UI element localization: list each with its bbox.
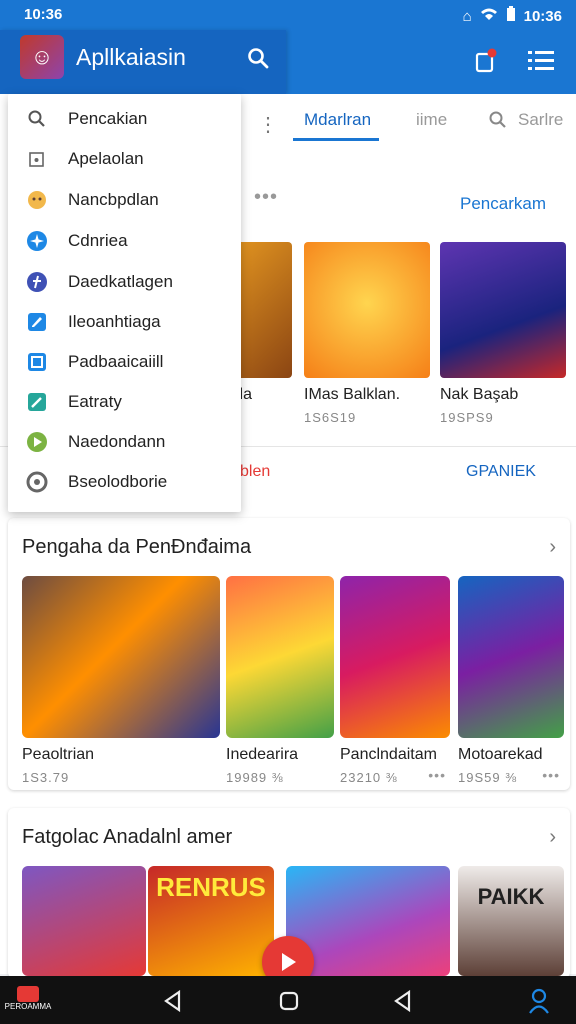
game-thumbnail — [304, 242, 430, 378]
section-title: Fatgolac Anadalnl amer — [22, 826, 233, 848]
character-icon — [26, 189, 48, 211]
menu-item-label: Naedondann — [68, 432, 166, 451]
location-icon: ⌂ — [462, 7, 472, 25]
status-clock-right: 10:36 — [523, 7, 562, 25]
menu-item-padbaaicaiill[interactable]: Padbaaicaiill — [8, 343, 241, 383]
search-icon — [26, 108, 48, 130]
brand-label: PEROAMMA — [4, 1002, 52, 1011]
game-card[interactable]: RENRUS — [148, 866, 274, 976]
game-banner-text: RENRUS — [148, 866, 274, 976]
game-name: IMas Balklan. — [304, 386, 401, 403]
game-name: Inedearira — [226, 746, 299, 763]
menu-item-nancbpdlan[interactable]: Nancbpdlan — [8, 181, 241, 221]
logo-icon — [17, 986, 39, 1002]
game-card[interactable]: PAIKK — [458, 866, 564, 976]
menu-item-naedondann[interactable]: Naedondann — [8, 423, 241, 463]
status-icons: ⌂ 10:36 — [463, 6, 562, 26]
menu-icon[interactable] — [528, 50, 554, 77]
battery-icon — [506, 6, 516, 26]
game-name: Nak Başab — [440, 386, 519, 403]
game-download-count: 1S6S19 — [304, 410, 357, 425]
search-icon[interactable] — [246, 46, 270, 75]
tab-bar: Mdarlran iime Sarlre — [290, 94, 576, 144]
tab-mdarlran[interactable]: Mdarlran — [304, 110, 371, 130]
wifi-icon — [480, 7, 498, 25]
strip-red-link[interactable]: blen — [240, 463, 270, 481]
menu-item-label: Nancbpdlan — [68, 190, 159, 209]
chevron-right-icon[interactable]: › — [549, 536, 556, 559]
game-thumbnail — [226, 576, 334, 738]
more-options-icon[interactable]: ••• — [428, 767, 446, 783]
menu-item-ileoanhtiaga[interactable]: Ileoanhtiaga — [8, 303, 241, 343]
menu-item-label: Padbaaicaiill — [68, 352, 164, 371]
strip-blue-link[interactable]: GPANIEK — [466, 463, 536, 481]
game-thumbnail — [440, 242, 566, 378]
menu-item-label: Eatraty — [68, 392, 122, 411]
menu-item-label: Ileoanhtiaga — [68, 312, 161, 331]
menu-item-label: Cdnriea — [68, 231, 128, 250]
game-thumbnail — [22, 576, 220, 738]
menu-item-search[interactable]: Pencakian — [8, 100, 241, 140]
game-thumbnail — [22, 866, 146, 976]
settings-icon — [26, 471, 48, 493]
section-title: Pengaha da PenĐnđaima — [22, 536, 252, 558]
game-name: Peaoltrian — [22, 746, 95, 763]
game-card[interactable]: Panclndaitam 23210 ⅜ ••• — [340, 576, 450, 785]
more-dots-icon[interactable]: ••• — [254, 186, 278, 209]
app-title: Apllkaiasin — [76, 44, 186, 70]
edit-icon — [26, 311, 48, 333]
tab-iime[interactable]: iime — [416, 110, 447, 130]
menu-item-label: Pencakian — [68, 109, 148, 128]
status-time: 10:36 — [24, 6, 63, 23]
menu-item-daedkatlagen[interactable]: Daedkatlagen — [8, 263, 241, 303]
game-name: Motoarekad — [458, 746, 543, 763]
image-icon — [26, 351, 48, 373]
notification-icon[interactable] — [474, 48, 498, 79]
tool-icon — [26, 391, 48, 413]
kebab-menu-icon[interactable]: ⋮ — [258, 112, 278, 137]
menu-item-eatraty[interactable]: Eatraty — [8, 383, 241, 423]
menu-item-bseolodborie[interactable]: Bseolodborie — [8, 463, 241, 503]
game-thumbnail — [458, 576, 564, 738]
menu-item-label: Apelaolan — [68, 149, 144, 168]
game-card[interactable] — [22, 866, 146, 976]
app-bar-left: ☺ Apllkaiasin — [0, 30, 286, 94]
system-nav-bar: PEROAMMA — [0, 976, 576, 1024]
game-thumbnail — [340, 576, 450, 738]
add-icon — [26, 271, 48, 293]
more-options-icon[interactable]: ••• — [542, 767, 560, 783]
game-download-count: 19989 ⅜ — [226, 770, 284, 785]
game-card[interactable]: Motoarekad 19S59 ⅜ ••• — [458, 576, 564, 785]
pencarian-link[interactable]: Pencarkam — [460, 194, 546, 214]
menu-item-apelaolan[interactable]: Apelaolan — [8, 140, 241, 180]
menu-item-cdnriea[interactable]: Cdnriea — [8, 222, 241, 262]
game-avatar-icon[interactable]: ☺ — [20, 35, 64, 79]
game-card[interactable]: Inedearira 19989 ⅜ — [226, 576, 334, 785]
menu-item-label: Daedkatlagen — [68, 272, 173, 291]
section-popular: Pengaha da PenĐnđaima › Peaoltrian 1S3.7… — [8, 518, 570, 790]
game-download-count: 1S3.79 — [22, 770, 70, 785]
profile-icon[interactable] — [528, 988, 550, 1019]
game-card[interactable]: Nak Başab 19SPS9 — [440, 242, 566, 425]
play-icon — [26, 431, 48, 453]
menu-item-label: Bseolodborie — [68, 472, 168, 491]
brand-logo[interactable]: PEROAMMA — [4, 986, 52, 1020]
back-icon[interactable] — [162, 989, 184, 1017]
game-name: Panclndaitam — [340, 746, 437, 763]
dropdown-menu: Pencakian Apelaolan Nancbpdlan Cdnriea D… — [8, 94, 241, 512]
game-card[interactable]: Peaoltrian 1S3.79 — [22, 576, 220, 785]
app-bar: ☺ Apllkaiasin — [0, 30, 576, 94]
status-bar: 10:36 ⌂ 10:36 — [0, 0, 576, 30]
search-icon[interactable] — [488, 110, 508, 135]
compass-icon — [26, 230, 48, 252]
tab-indicator — [293, 138, 379, 141]
share-icon — [26, 148, 48, 170]
game-download-count: 19SPS9 — [440, 410, 494, 425]
recent-apps-icon[interactable] — [392, 989, 414, 1017]
game-card[interactable]: IMas Balklan. 1S6S19 — [304, 242, 430, 425]
home-icon[interactable] — [278, 990, 300, 1017]
game-banner-text: PAIKK — [458, 866, 564, 976]
chevron-right-icon[interactable]: › — [549, 826, 556, 849]
tab-sarlre[interactable]: Sarlre — [518, 110, 563, 130]
